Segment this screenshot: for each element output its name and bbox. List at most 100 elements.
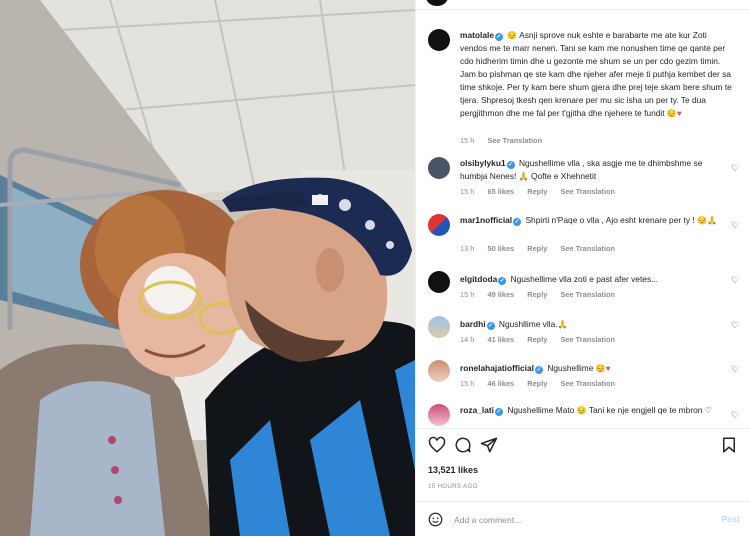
comment-like-icon[interactable]: ♡ xyxy=(730,410,740,420)
comment-like-icon[interactable]: ♡ xyxy=(730,220,740,230)
reply-button[interactable]: Reply xyxy=(527,335,547,344)
caption-username[interactable]: matolale xyxy=(460,30,494,40)
comment-likes[interactable]: 41 likes xyxy=(487,335,514,344)
pensive-emoji-icon: 😔 xyxy=(595,364,606,373)
smiley-icon[interactable] xyxy=(428,512,443,527)
comment-text: bardhi ✓ Ngushllime vlla.🙏 xyxy=(460,318,718,331)
comments-list[interactable]: matolale ✓ 😔 Asnji sprove nuk eshte e bar… xyxy=(416,22,750,428)
paper-plane-icon[interactable] xyxy=(480,436,498,454)
likes-count[interactable]: 13,521 likes xyxy=(428,465,478,475)
reply-button[interactable]: Reply xyxy=(527,290,547,299)
caption-text: matolale ✓ 😔 Asnji sprove nuk eshte e bar… xyxy=(460,29,736,120)
verified-badge-icon: ✓ xyxy=(535,366,543,374)
verified-badge-icon: ✓ xyxy=(486,322,495,330)
comment-item: olsibylyku1 ✓ Ngushellime vlla , ska asgj… xyxy=(428,155,740,205)
comment-text: roza_lati ✓ Ngushellime Mato 😔 Tani ke nj… xyxy=(460,404,718,417)
see-translation-link[interactable]: See Translation xyxy=(560,187,615,196)
divider xyxy=(416,9,750,10)
see-translation-link[interactable]: See Translation xyxy=(560,244,615,253)
avatar[interactable] xyxy=(428,404,450,426)
post-timestamp: 15 HOURS AGO xyxy=(428,483,478,490)
comment-meta: 15 h 49 likes Reply See Translation xyxy=(460,290,626,299)
verified-badge-icon: ✓ xyxy=(494,408,503,416)
see-translation-link[interactable]: See Translation xyxy=(560,335,615,344)
red-heart-icon: ♥ xyxy=(676,109,682,118)
comment-like-icon[interactable]: ♡ xyxy=(730,163,740,173)
comment-like-icon[interactable]: ♡ xyxy=(730,275,740,285)
see-translation-link[interactable]: See Translation xyxy=(560,379,615,388)
comment-body: Ngushellime vlla zoti e past afer vetes.… xyxy=(510,274,659,284)
comment-likes[interactable]: 50 likes xyxy=(487,244,514,253)
bookmark-icon[interactable] xyxy=(720,436,738,454)
comment-input[interactable] xyxy=(454,512,674,528)
comment-item: bardhi ✓ Ngushllime vlla.🙏 14 h 41 likes … xyxy=(428,314,740,354)
comment-likes[interactable]: 49 likes xyxy=(487,290,514,299)
reply-button[interactable]: Reply xyxy=(527,187,547,196)
comment-text: elgitdoda ✓ Ngushellime vlla zoti e past … xyxy=(460,273,718,286)
pensive-emoji-icon: 😔 xyxy=(576,406,587,415)
instagram-post-view: matolale ✓ 😔 Asnji sprove nuk eshte e bar… xyxy=(0,0,750,536)
comment-time: 15 h xyxy=(460,290,475,299)
comment-body-continued: Tani ke nje engjell qe te mbron xyxy=(588,405,703,415)
photo-illustration xyxy=(0,0,415,536)
caption-body: Asnji sprove nuk eshte e barabarte me at… xyxy=(460,30,732,118)
divider xyxy=(416,428,750,429)
comment-username[interactable]: bardhi xyxy=(460,319,486,329)
add-comment-row: Post xyxy=(428,511,740,529)
verified-badge-icon: ✓ xyxy=(498,277,507,285)
comment-body: Shpirti n'Paqe o vlla , Ajo esht krenare… xyxy=(525,215,695,225)
post-photo[interactable] xyxy=(0,0,415,536)
avatar[interactable] xyxy=(428,157,450,179)
praying-hands-icon: 🙏 xyxy=(706,216,717,225)
post-comment-button[interactable]: Post xyxy=(721,514,740,524)
comment-text: olsibylyku1 ✓ Ngushellime vlla , ska asgj… xyxy=(460,157,718,183)
red-heart-icon: ♥ xyxy=(605,364,611,373)
comment-meta: 14 h 41 likes Reply See Translation xyxy=(460,335,626,344)
header-avatar[interactable] xyxy=(426,0,448,6)
comment-like-icon[interactable]: ♡ xyxy=(730,320,740,330)
comment-likes[interactable]: 46 likes xyxy=(487,379,514,388)
verified-badge-icon: ✓ xyxy=(506,161,515,169)
pensive-emoji-icon: 😔 xyxy=(666,109,677,118)
comment-username[interactable]: elgitdoda xyxy=(460,274,497,284)
comment-meta: 15 h 46 likes Reply See Translation xyxy=(460,379,626,388)
pensive-emoji-icon: 😔 xyxy=(697,216,707,225)
heart-outline-icon[interactable] xyxy=(428,436,446,454)
avatar[interactable] xyxy=(428,271,450,293)
see-translation-link[interactable]: See Translation xyxy=(487,136,542,145)
comment-meta: 13 h 50 likes Reply See Translation xyxy=(460,244,626,253)
reply-button[interactable]: Reply xyxy=(527,379,547,388)
avatar[interactable] xyxy=(428,214,450,236)
comment-bubble-icon[interactable] xyxy=(454,436,472,454)
comment-meta: 15 h 65 likes Reply See Translation xyxy=(460,187,626,196)
divider xyxy=(416,501,750,502)
verified-badge-icon: ✓ xyxy=(494,33,503,41)
comment-item: elgitdoda ✓ Ngushellime vlla zoti e past … xyxy=(428,269,740,309)
avatar[interactable] xyxy=(428,360,450,382)
comment-body: Ngushellime Mato xyxy=(507,405,575,415)
relieved-emoji-icon: 😔 xyxy=(507,31,518,40)
caption-time: 15 h xyxy=(460,136,475,145)
see-translation-link[interactable]: See Translation xyxy=(560,290,615,299)
comment-likes[interactable]: 65 likes xyxy=(487,187,514,196)
comment-username[interactable]: roza_lati xyxy=(460,405,494,415)
comment-like-icon[interactable]: ♡ xyxy=(730,364,740,374)
reply-button[interactable]: Reply xyxy=(527,244,547,253)
praying-hands-icon: 🙏 xyxy=(518,172,529,181)
comment-body-continued: Qofte e Xhehnetit xyxy=(530,171,597,181)
avatar[interactable] xyxy=(428,316,450,338)
comment-time: 15 h xyxy=(460,379,475,388)
comment-body: Ngushllime vlla. xyxy=(498,319,558,329)
post-caption: matolale ✓ 😔 Asnji sprove nuk eshte e bar… xyxy=(428,27,740,147)
white-heart-icon: ♡ xyxy=(704,406,712,415)
avatar[interactable] xyxy=(428,29,450,51)
comment-time: 15 h xyxy=(460,187,475,196)
comment-time: 13 h xyxy=(460,244,475,253)
comment-username[interactable]: ronelahajatiofficial xyxy=(460,363,534,373)
caption-meta: 15 h See Translation xyxy=(460,136,553,145)
comment-item: mar1nofficial ✓ Shpirti n'Paqe o vlla , A… xyxy=(428,212,740,262)
comment-username[interactable]: mar1nofficial xyxy=(460,215,512,225)
comment-item: roza_lati ✓ Ngushellime Mato 😔 Tani ke nj… xyxy=(428,402,740,428)
comment-item: ronelahajatiofficial ✓ Ngushellime 😔♥ 15 … xyxy=(428,358,740,398)
comment-username[interactable]: olsibylyku1 xyxy=(460,158,506,168)
